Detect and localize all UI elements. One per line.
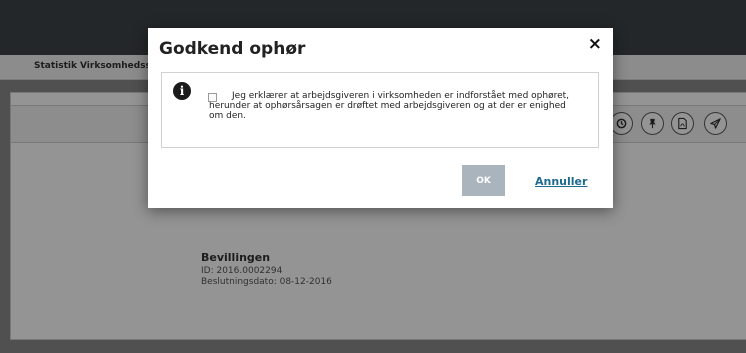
confirm-label: Jeg erklærer at arbejdsgiveren i virksom… [209, 91, 570, 121]
dialog-body: i Jeg erklærer at arbejdsgiveren i virks… [161, 72, 599, 148]
cancel-link[interactable]: Annuller [535, 175, 587, 188]
ok-button[interactable]: OK [462, 165, 505, 196]
dialog-title: Godkend ophør [159, 39, 306, 59]
approve-termination-dialog: Godkend ophør × i Jeg erklærer at arbejd… [148, 28, 613, 208]
confirm-checkbox[interactable] [208, 93, 217, 102]
info-icon: i [173, 82, 191, 100]
close-icon[interactable]: × [588, 34, 602, 54]
